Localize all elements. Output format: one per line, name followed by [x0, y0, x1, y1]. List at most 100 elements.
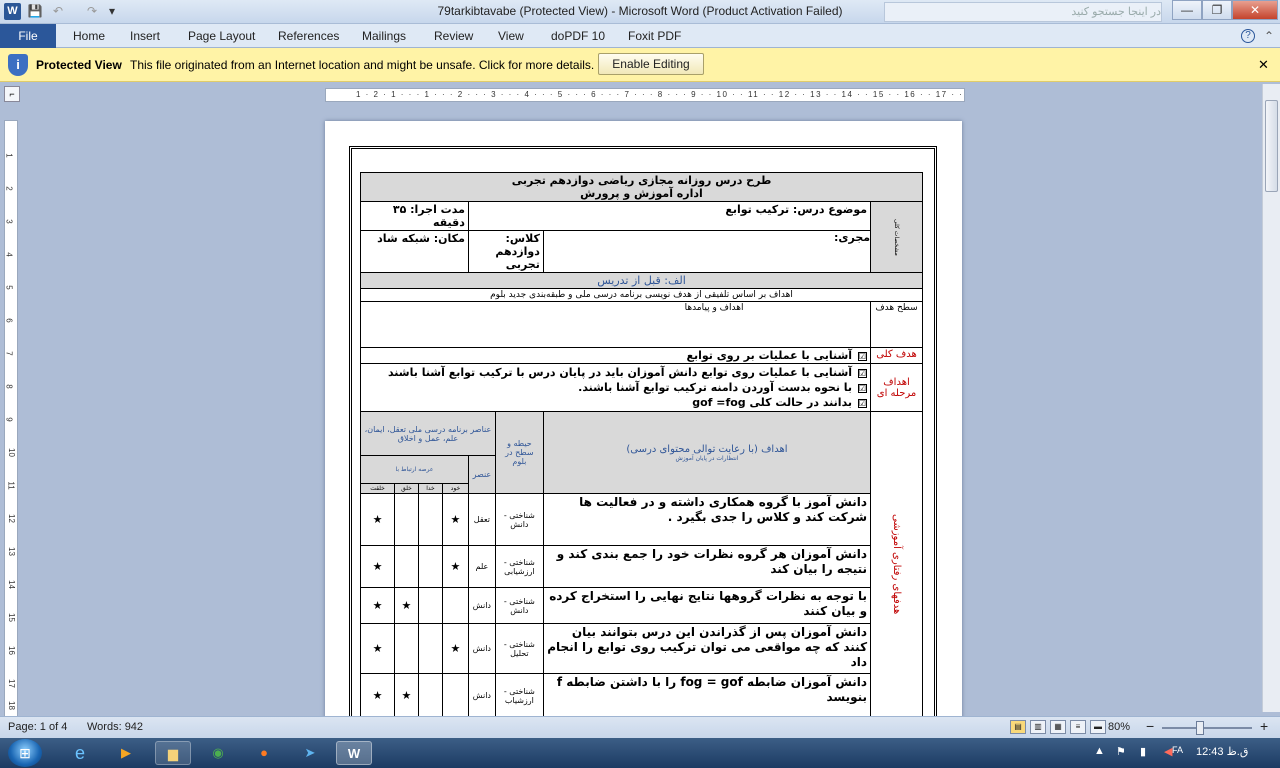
checkbox-icon: ☑ [858, 399, 868, 408]
print-layout-view-icon[interactable]: ▤ [1010, 720, 1026, 734]
network-icon[interactable]: ▮ [1140, 745, 1146, 758]
stage-goal-text: آشنایی با عملیات روی توابع دانش آموزان ب… [387, 366, 853, 379]
ruler-number: 16 [6, 646, 16, 655]
ie-icon[interactable]: e [62, 741, 98, 765]
domain-cell: شناختی - تحلیل [494, 623, 544, 674]
behavior-goals-label: هدفهای رفتاری آموزشی [870, 411, 923, 718]
search-input[interactable]: در اینجا جستجو کنید [884, 2, 1162, 22]
vertical-scrollbar[interactable] [1262, 84, 1280, 712]
action-center-icon[interactable]: ⚑ [1116, 745, 1126, 758]
ruler-number: 9 [4, 417, 14, 422]
ruler-number: 12 [6, 514, 16, 523]
realm-mark [417, 493, 443, 546]
outline-view-icon[interactable]: ≡ [1070, 720, 1086, 734]
domain-cell: شناختی - دانش [494, 493, 544, 546]
general-goal-text: آشنایی با عملیات بر روی توابع [686, 349, 853, 362]
tab-mailings[interactable]: Mailings [362, 29, 406, 43]
clock[interactable]: 12:43 ق.ظ [1196, 745, 1248, 758]
goals-basis-cell: اهداف بر اساس تلفیقی از هدف نویسی برنامه… [360, 288, 923, 302]
realm-self-header: خود [441, 483, 469, 494]
full-screen-view-icon[interactable]: ▥ [1030, 720, 1046, 734]
zoom-in-button[interactable]: + [1260, 718, 1268, 734]
ruler-number: 1 [4, 153, 14, 158]
ruler-number: 5 [4, 285, 14, 290]
media-player-icon[interactable]: ▶ [108, 741, 144, 765]
minimize-button[interactable]: — [1172, 0, 1202, 20]
taskbar: ⊞ e ▶ ▆ ◉ ● ➤ W ▲ ⚑ ▮ ◀ FA 12:43 ق.ظ [0, 738, 1280, 768]
goals-column-header: اهداف (با رعایت توالی محتوای درسی) انتظا… [542, 411, 872, 494]
realm-mark: ★ [360, 493, 395, 546]
header-cell: طرح درس روزانه مجازی ریاضی دوازدهم تجربی… [360, 172, 923, 202]
realm-mark [417, 623, 443, 674]
word-count[interactable]: Words: 942 [87, 721, 143, 733]
stage-goal-item: ☑ بدانند در حالت کلی gof =fog [364, 395, 868, 410]
close-window-button[interactable]: ✕ [1232, 0, 1278, 20]
chrome-icon[interactable]: ◉ [200, 741, 236, 765]
level-label: سطح هدف [870, 301, 923, 348]
ruler-number: 17 [6, 679, 16, 688]
goals-column-subtitle: انتظارات در پایان آموزش [675, 454, 739, 462]
tab-review[interactable]: Review [434, 29, 473, 43]
zoom-out-button[interactable]: − [1146, 718, 1154, 734]
protected-view-message[interactable]: This file originated from an Internet lo… [130, 58, 594, 72]
elements-column-header: عناصر برنامه درسی ملی تعقل، ایمان، علم، … [360, 411, 496, 456]
element-cell: تعقل [467, 493, 496, 546]
tab-page-layout[interactable]: Page Layout [188, 29, 255, 43]
enable-editing-button[interactable]: Enable Editing [598, 53, 704, 75]
element-cell: علم [467, 545, 496, 588]
checkbox-icon: ☑ [858, 384, 868, 393]
web-layout-view-icon[interactable]: ▦ [1050, 720, 1066, 734]
start-button[interactable]: ⊞ [8, 739, 42, 767]
general-info-label: مشخصات کلی [870, 201, 923, 273]
zoom-slider[interactable] [1162, 727, 1252, 729]
tab-foxit-pdf[interactable]: Foxit PDF [628, 29, 681, 43]
firefox-icon[interactable]: ● [246, 741, 282, 765]
tab-file[interactable]: File [0, 24, 56, 48]
subject-cell: موضوع درس: ترکیب توابع [467, 201, 872, 231]
horizontal-ruler[interactable]: 1 · 2 · 1 · · · 1 · · · 2 · · · 3 · · · … [325, 88, 965, 102]
ruler-number: 15 [6, 613, 16, 622]
realm-mark: ★ [360, 673, 395, 718]
ruler-number: 3 [4, 219, 14, 224]
help-icon[interactable]: ? [1241, 29, 1255, 43]
realm-mark: ★ [441, 623, 469, 674]
realm-mark [441, 673, 469, 718]
ruler-tab-selector[interactable]: ⌐ [4, 86, 20, 102]
tray-expand-icon[interactable]: ▲ [1094, 745, 1105, 757]
word-icon[interactable]: W [336, 741, 372, 765]
vertical-ruler[interactable]: 1 2 3 4 5 6 7 8 9 10 11 12 13 14 15 16 1… [4, 120, 18, 720]
zoom-level[interactable]: 80% [1108, 721, 1130, 733]
section-a-heading: الف: قبل از تدریس [360, 272, 923, 289]
element-cell: دانش [467, 623, 496, 674]
zoom-slider-thumb[interactable] [1196, 721, 1204, 735]
tab-insert[interactable]: Insert [130, 29, 160, 43]
protected-view-label: Protected View [36, 58, 122, 72]
stage-goal-item: ☑ آشنایی با عملیات روی توابع دانش آموزان … [364, 365, 868, 380]
behavior-goal-text: دانش آموزان ضابطه fog = gof را با داشتن … [542, 673, 872, 718]
language-indicator[interactable]: FA [1172, 745, 1183, 755]
general-goal-label: هدف کلی [870, 347, 923, 364]
plan-title: طرح درس روزانه مجازی ریاضی دوازدهم تجربی [511, 174, 772, 187]
page-count[interactable]: Page: 1 of 4 [8, 721, 67, 733]
maximize-button[interactable]: ❐ [1202, 0, 1232, 20]
draft-view-icon[interactable]: ▬ [1090, 720, 1106, 734]
tab-references[interactable]: References [278, 29, 339, 43]
document-page[interactable]: طرح درس روزانه مجازی ریاضی دوازدهم تجربی… [325, 121, 962, 721]
behavior-goal-text: دانش آموزان هر گروه نظرات خود را جمع بند… [542, 545, 872, 588]
close-bar-icon[interactable]: ✕ [1258, 57, 1269, 73]
domain-cell: شناختی - دانش [494, 587, 544, 624]
ruler-number: 8 [4, 384, 14, 389]
behavior-goal-text: دانش آموزان پس از گذراندن این درس بتوانن… [542, 623, 872, 674]
element-column-header: عنصر [467, 455, 496, 494]
tab-dopdf[interactable]: doPDF 10 [551, 29, 605, 43]
explorer-icon[interactable]: ▆ [155, 741, 191, 765]
stage-goal-text: بدانند در حالت کلی gof =fog [692, 396, 853, 409]
teacher-class-cell: مجری: [542, 230, 872, 273]
telegram-icon[interactable]: ➤ [292, 741, 328, 765]
tab-home[interactable]: Home [73, 29, 105, 43]
realm-mark [417, 545, 443, 588]
tab-view[interactable]: View [498, 29, 524, 43]
domain-column-header: حیطه و سطح در بلوم [494, 411, 544, 494]
scrollbar-thumb[interactable] [1265, 100, 1278, 192]
collapse-ribbon-icon[interactable]: ⌃ [1264, 29, 1274, 43]
